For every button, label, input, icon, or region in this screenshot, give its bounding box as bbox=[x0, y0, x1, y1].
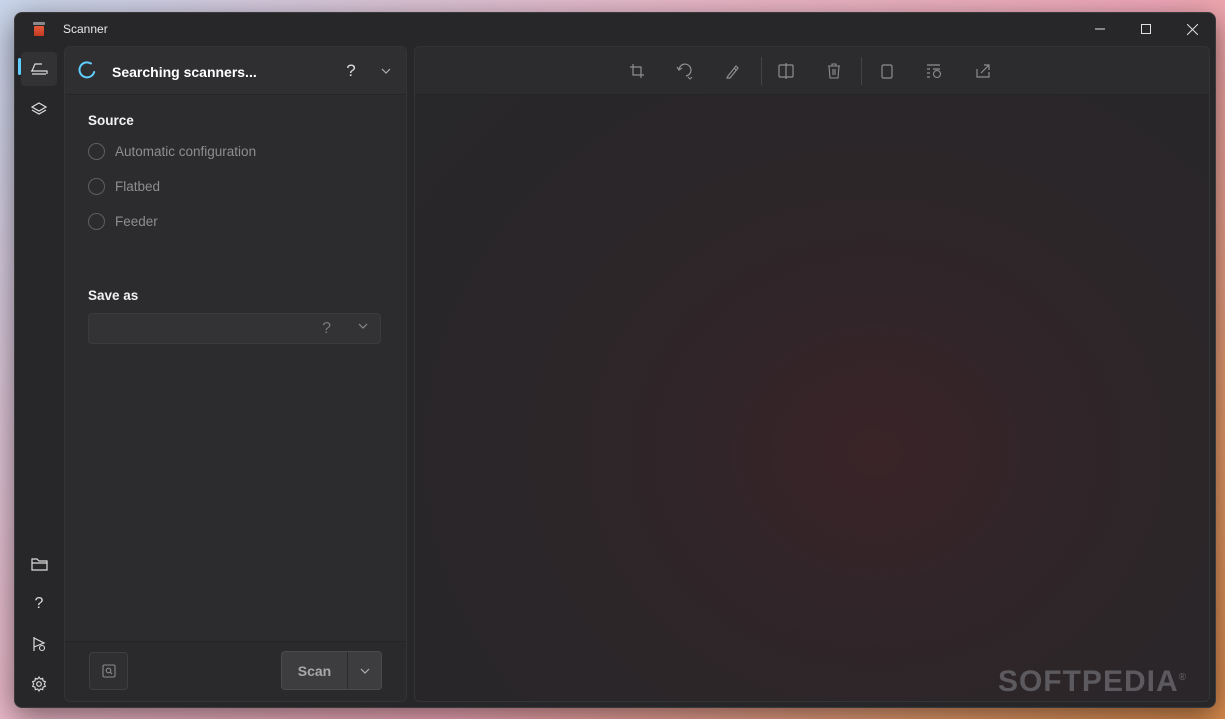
rotate-icon bbox=[676, 63, 693, 80]
scan-options-button[interactable] bbox=[348, 652, 381, 689]
layers-icon bbox=[31, 102, 47, 115]
save-as-help-icon[interactable]: ? bbox=[322, 320, 331, 338]
reorder-icon bbox=[927, 64, 942, 79]
settings-icon bbox=[31, 676, 47, 692]
preview-button[interactable] bbox=[89, 652, 128, 690]
softpedia-watermark: SOFTPEDIA® bbox=[997, 665, 1187, 698]
radio-label: Automatic configuration bbox=[115, 143, 257, 159]
radio-label: Flatbed bbox=[115, 178, 161, 194]
share-button[interactable] bbox=[967, 57, 999, 85]
radio-button[interactable] bbox=[88, 177, 105, 195]
toolbar-separator bbox=[761, 57, 762, 85]
scan-page-icon bbox=[31, 63, 48, 75]
chevron-down-icon bbox=[358, 323, 368, 329]
source-section-title: Source bbox=[88, 113, 134, 128]
sidebar-item-settings[interactable] bbox=[21, 667, 57, 701]
draw-button[interactable] bbox=[717, 57, 749, 85]
split-button[interactable] bbox=[770, 57, 802, 85]
scanner-status-text: Searching scanners... bbox=[112, 64, 257, 80]
save-as-section-title: Save as bbox=[88, 288, 139, 303]
maximize-button[interactable] bbox=[1123, 13, 1169, 45]
split-icon bbox=[778, 63, 794, 79]
feedback-icon bbox=[33, 637, 46, 652]
radio-button[interactable] bbox=[88, 212, 105, 230]
sidebar-item-scan[interactable] bbox=[21, 52, 57, 86]
save-as-dropdown[interactable]: ? bbox=[88, 313, 381, 344]
minimize-icon bbox=[1095, 28, 1105, 30]
scanner-selector[interactable]: Searching scanners... ? bbox=[65, 47, 406, 95]
minimize-button[interactable] bbox=[1077, 13, 1123, 45]
toolbar-separator bbox=[861, 57, 862, 85]
radio-button[interactable] bbox=[88, 142, 105, 160]
crop-icon bbox=[630, 64, 644, 78]
sidebar-item-feedback[interactable] bbox=[21, 627, 57, 661]
crop-button[interactable] bbox=[621, 57, 653, 85]
title-bar[interactable]: Scanner bbox=[15, 13, 1215, 45]
help-icon: ? bbox=[34, 595, 44, 612]
maximize-icon bbox=[1141, 24, 1151, 34]
sidebar-item-folder[interactable] bbox=[21, 547, 57, 581]
radio-automatic-configuration[interactable]: Automatic configuration bbox=[88, 140, 256, 162]
sidebar-item-layers[interactable] bbox=[21, 92, 57, 126]
window-title: Scanner bbox=[63, 22, 108, 36]
scan-split-button: Scan bbox=[281, 651, 382, 690]
share-icon bbox=[976, 64, 990, 78]
edit-toolbar bbox=[415, 47, 1209, 95]
preview-icon bbox=[101, 664, 116, 678]
rotate-button[interactable] bbox=[669, 57, 701, 85]
close-button[interactable] bbox=[1169, 13, 1215, 45]
radio-label: Feeder bbox=[115, 213, 158, 229]
folder-icon bbox=[30, 558, 48, 571]
radio-flatbed[interactable]: Flatbed bbox=[88, 175, 160, 197]
scanner-help-icon[interactable]: ? bbox=[339, 59, 363, 83]
panel-footer: Scan bbox=[65, 641, 406, 701]
scanner-panel: Searching scanners... ? Source Automatic… bbox=[64, 46, 407, 702]
loading-spinner-icon bbox=[78, 61, 96, 79]
reorder-button[interactable] bbox=[919, 57, 951, 85]
draw-icon bbox=[726, 65, 739, 79]
copy-button[interactable] bbox=[871, 57, 903, 85]
radio-feeder[interactable]: Feeder bbox=[88, 210, 158, 232]
delete-button[interactable] bbox=[818, 57, 850, 85]
chevron-down-icon[interactable] bbox=[374, 59, 398, 83]
sidebar-item-help[interactable]: ? bbox=[21, 587, 57, 621]
app-window: Scanner ? Searching scanners... ? Source… bbox=[14, 12, 1216, 708]
delete-icon bbox=[828, 63, 840, 79]
preview-area bbox=[414, 46, 1210, 702]
copy-icon bbox=[881, 64, 893, 79]
close-icon bbox=[1186, 23, 1198, 35]
chevron-down-icon bbox=[360, 668, 369, 674]
scanner-app-icon bbox=[33, 22, 45, 36]
scan-button[interactable]: Scan bbox=[282, 652, 348, 689]
